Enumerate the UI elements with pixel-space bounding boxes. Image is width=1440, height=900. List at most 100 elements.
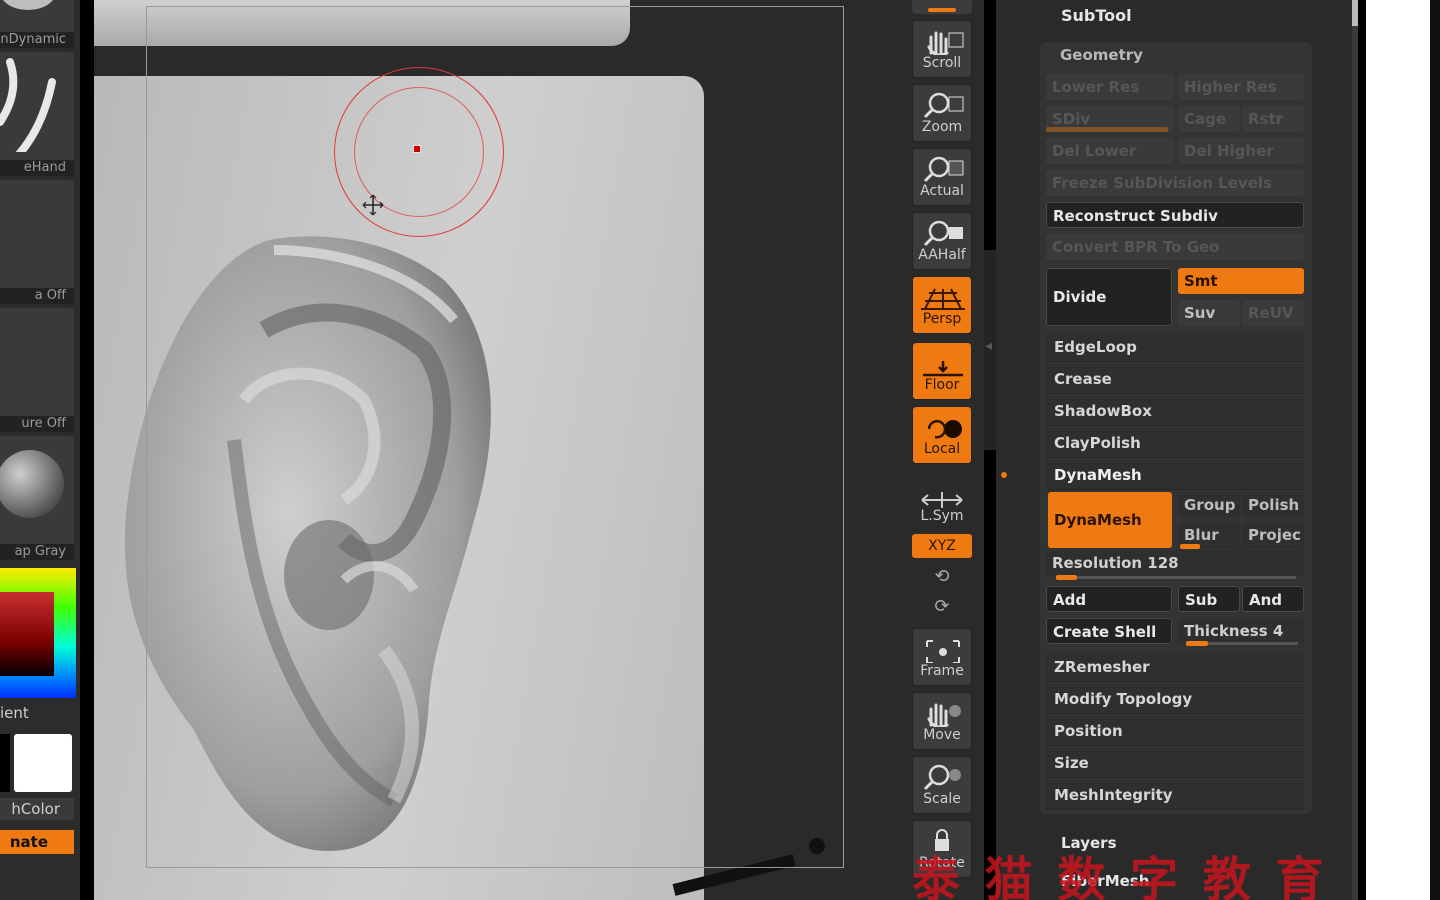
chevron-left-icon: ◂ [985, 338, 993, 354]
meshintegrity-item[interactable]: MeshIntegrity [1046, 780, 1304, 810]
dynamesh-sub-button[interactable]: Sub [1178, 586, 1240, 612]
hand-icon [927, 703, 961, 727]
freehand-stroke-icon [0, 58, 56, 176]
smt-toggle[interactable]: Smt [1178, 268, 1304, 294]
xyz-rotation-button[interactable]: XYZ [912, 534, 972, 558]
dynamesh-add-button[interactable]: Add [1046, 586, 1172, 612]
scroll-label: Scroll [922, 55, 962, 71]
shadowbox-item[interactable]: ShadowBox [1046, 396, 1304, 426]
geometry-title[interactable]: Geometry [1060, 46, 1143, 64]
secondary-color-swatch[interactable] [0, 734, 10, 792]
matcap-sphere-icon [0, 450, 64, 518]
dynamesh-button[interactable]: DynaMesh [1048, 492, 1172, 548]
resolution-label: Resolution 128 [1052, 554, 1179, 572]
palette-scrollbar[interactable] [1352, 0, 1358, 900]
group-toggle[interactable]: Group [1178, 492, 1240, 518]
lsym-label: L.Sym [920, 508, 964, 524]
modify-topology-item[interactable]: Modify Topology [1046, 684, 1304, 714]
lower-res-button[interactable]: Lower Res [1046, 74, 1174, 100]
geometry-panel: Geometry Lower Res Higher Res SDiv Cage … [1040, 42, 1312, 814]
local-label: Local [923, 441, 961, 457]
color-picker-square[interactable] [0, 592, 54, 676]
watermark: 泰 猫 数 字 教 育 [912, 852, 1328, 900]
palette-scroll-thumb[interactable] [1352, 0, 1358, 26]
scale-button[interactable]: Scale [912, 756, 972, 814]
xyz-label: XYZ [928, 538, 956, 554]
project-toggle[interactable]: Projec [1242, 522, 1304, 548]
texture-thumb[interactable]: ure Off [0, 308, 74, 432]
rotate-y-icon[interactable]: ⟲ [928, 566, 956, 590]
resolution-slider[interactable]: Resolution 128 [1046, 550, 1304, 576]
floor-button[interactable]: Floor [912, 342, 972, 400]
actual-button[interactable]: Actual [912, 148, 972, 206]
zoom-label: Zoom [921, 119, 963, 135]
symmetry-arrows-icon [921, 492, 963, 508]
switch-color-button[interactable]: hColor [0, 798, 74, 820]
tray-collapse-handle[interactable]: ◂ [984, 250, 996, 450]
thickness-label: Thickness 4 [1184, 622, 1284, 640]
divide-button[interactable]: Divide [1046, 268, 1172, 326]
subtool-palette: SubTool Geometry Lower Res Higher Res SD… [996, 0, 1358, 900]
thumb-label: eHand [23, 160, 66, 175]
thumb-label: ap Gray [14, 544, 66, 559]
zoom-button[interactable]: Zoom [912, 84, 972, 142]
zremesher-item[interactable]: ZRemesher [1046, 652, 1304, 682]
edgeloop-item[interactable]: EdgeLoop [1046, 332, 1304, 362]
local-button[interactable]: Local [912, 406, 972, 464]
freeze-subdivision-button[interactable]: Freeze SubDivision Levels [1046, 170, 1304, 196]
stroke-thumb-freehand[interactable]: eHand [0, 52, 74, 176]
actual-label: Actual [920, 183, 964, 199]
right-shelf: Scroll Zoom Actual AAHalf Persp Floor Lo… [900, 0, 996, 900]
rotate-z-icon[interactable]: ⟳ [928, 596, 956, 620]
create-shell-button[interactable]: Create Shell [1046, 618, 1172, 644]
del-higher-button[interactable]: Del Higher [1178, 138, 1304, 164]
scroll-button[interactable]: Scroll [912, 20, 972, 78]
polish-toggle[interactable]: Polish [1242, 492, 1304, 518]
sdiv-label: SDiv [1052, 110, 1091, 128]
reconstruct-subdiv-button[interactable]: Reconstruct Subdiv [1046, 202, 1304, 228]
alpha-thumb[interactable]: a Off [0, 180, 74, 304]
del-lower-button[interactable]: Del Lower [1046, 138, 1174, 164]
dynamesh-section[interactable]: DynaMesh [1046, 460, 1304, 490]
spix-slider [928, 8, 956, 12]
gradient-label[interactable]: ient [0, 704, 29, 722]
aahalf-label: AAHalf [918, 247, 966, 263]
main-color-swatch[interactable] [14, 734, 72, 792]
convert-bpr-button[interactable]: Convert BPR To Geo [1046, 234, 1304, 260]
document-canvas[interactable] [94, 0, 900, 900]
move-button[interactable]: Move [912, 692, 972, 750]
persp-label: Persp [922, 311, 962, 327]
claypolish-item[interactable]: ClayPolish [1046, 428, 1304, 458]
frame-button[interactable]: Frame [912, 628, 972, 686]
floor-label: Floor [924, 377, 960, 393]
hand-icon [927, 31, 964, 55]
brush-center-dot [413, 145, 421, 153]
aahalf-button[interactable]: AAHalf [912, 212, 972, 270]
spix-button[interactable] [912, 0, 972, 14]
suv-toggle[interactable]: Suv [1178, 300, 1240, 326]
rstr-button[interactable]: Rstr [1242, 106, 1304, 132]
magnifier-icon [923, 220, 963, 247]
size-item[interactable]: Size [1046, 748, 1304, 778]
move-label: Move [923, 727, 961, 743]
thumb-label: a Off [34, 288, 66, 303]
left-shelf: nDynamic eHand a Off ure Off ap Gray ien… [0, 0, 80, 900]
reuv-button[interactable]: ReUV [1242, 300, 1304, 326]
position-item[interactable]: Position [1046, 716, 1304, 746]
local-pivot-icon [927, 420, 962, 439]
cage-button[interactable]: Cage [1178, 106, 1240, 132]
brush-thumb-dynamic[interactable]: nDynamic [0, 0, 74, 48]
persp-button[interactable]: Persp [912, 276, 972, 334]
dynamesh-and-button[interactable]: And [1242, 586, 1304, 612]
magnifier-icon [923, 764, 961, 791]
crease-item[interactable]: Crease [1046, 364, 1304, 394]
lsym-button[interactable]: L.Sym [912, 474, 972, 532]
scale-label: Scale [923, 791, 961, 807]
frame-label: Frame [920, 663, 964, 679]
material-thumb[interactable]: ap Gray [0, 436, 74, 560]
higher-res-button[interactable]: Higher Res [1178, 74, 1304, 100]
blur-label: Blur [1184, 526, 1219, 544]
alternate-button[interactable]: nate [0, 830, 74, 854]
crosshair-move-icon [362, 194, 384, 216]
subtool-title[interactable]: SubTool [1061, 6, 1132, 25]
